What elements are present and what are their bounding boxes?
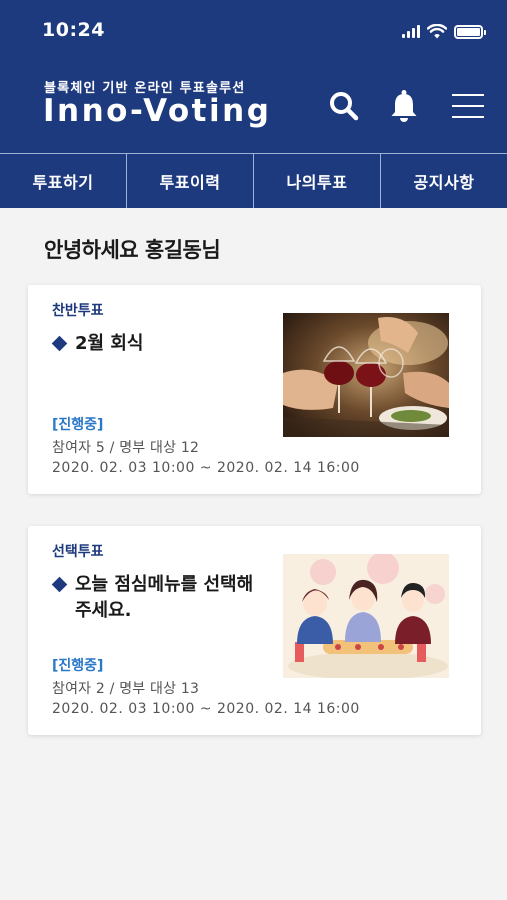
status-icons bbox=[402, 24, 486, 39]
vote-status: [진행중] bbox=[52, 658, 104, 674]
vote-title-line: 주세요. bbox=[75, 600, 132, 621]
diamond-bullet-icon bbox=[51, 576, 68, 593]
cellular-signal-icon bbox=[402, 25, 420, 38]
vote-title: 오늘 점심메뉴를 선택해 주세요. bbox=[51, 572, 253, 624]
tab-vote-history[interactable]: 투표이력 bbox=[127, 154, 254, 208]
battery-icon bbox=[454, 24, 486, 39]
search-button[interactable] bbox=[326, 88, 362, 124]
vote-thumbnail-image bbox=[283, 313, 449, 437]
hamburger-menu-icon bbox=[452, 94, 484, 118]
greeting: 안녕하세요 홍길동님 bbox=[44, 238, 221, 262]
notification-button[interactable] bbox=[386, 88, 422, 124]
vote-card[interactable]: 선택투표 오늘 점심메뉴를 선택해 주세요. [진행중] 참여자 2 / 명부 … bbox=[28, 526, 481, 735]
vote-participants: 참여자 5 / 명부 대상 12 bbox=[52, 440, 200, 456]
tab-vote[interactable]: 투표하기 bbox=[0, 154, 127, 208]
vote-title: 2월 회식 bbox=[51, 331, 144, 357]
vote-title-text: 2월 회식 bbox=[75, 333, 144, 354]
tab-bar: 투표하기 투표이력 나의투표 공지사항 bbox=[0, 153, 507, 208]
vote-participants: 참여자 2 / 명부 대상 13 bbox=[52, 681, 200, 697]
wifi-icon bbox=[427, 24, 447, 39]
vote-type: 선택투표 bbox=[52, 544, 104, 560]
app-header: 10:24 블록체인 기반 온라인 투표솔루션 Inno-Voting bbox=[0, 0, 507, 153]
tab-my-votes[interactable]: 나의투표 bbox=[254, 154, 381, 208]
search-icon bbox=[330, 92, 359, 121]
vote-title-text: 오늘 점심메뉴를 선택해 주세요. bbox=[75, 572, 253, 624]
menu-button[interactable] bbox=[448, 88, 488, 124]
status-time: 10:24 bbox=[42, 19, 105, 41]
vote-period: 2020. 02. 03 10:00 ~ 2020. 02. 14 16:00 bbox=[52, 701, 360, 717]
vote-thumbnail-image bbox=[283, 554, 449, 678]
vote-type: 찬반투표 bbox=[52, 303, 104, 319]
vote-title-line: 오늘 점심메뉴를 선택해 bbox=[75, 574, 254, 595]
tab-notices[interactable]: 공지사항 bbox=[381, 154, 507, 208]
bell-icon bbox=[391, 90, 417, 122]
diamond-bullet-icon bbox=[51, 335, 68, 352]
vote-period: 2020. 02. 03 10:00 ~ 2020. 02. 14 16:00 bbox=[52, 460, 360, 476]
vote-card[interactable]: 찬반투표 2월 회식 [진행중] 참여자 5 / 명부 대상 12 2020. … bbox=[28, 285, 481, 494]
app-title: Inno-Voting bbox=[43, 93, 272, 129]
vote-status: [진행중] bbox=[52, 417, 104, 433]
